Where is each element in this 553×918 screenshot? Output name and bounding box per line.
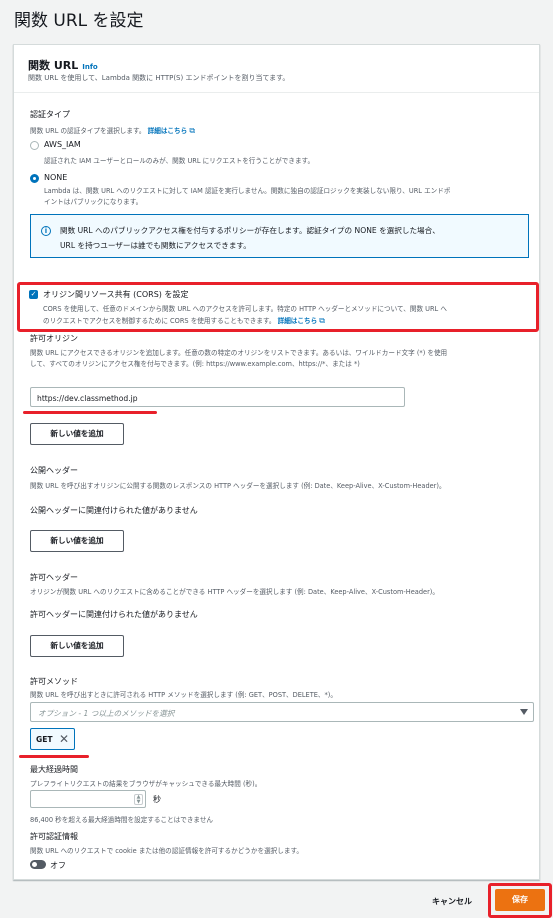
public-access-alert: i 関数 URL へのパブリックアクセス権を付与するポリシーが存在します。認証タ…	[30, 214, 529, 258]
allow-methods-select[interactable]: オプション - 1 つ以上のメソッドを選択	[30, 702, 534, 722]
allow-credentials-description: 関数 URL へのリクエストで cookie または他の認証情報を許可するかどう…	[30, 847, 303, 855]
auth-type-label: 認証タイプ	[30, 110, 70, 119]
allow-credentials-state: オフ	[50, 861, 66, 870]
allow-methods-description: 関数 URL を呼び出すときに許可される HTTP メソッドを選択します (例:…	[30, 691, 337, 699]
external-link-icon: ⧉	[319, 316, 325, 325]
allow-origin-value: https://dev.classmethod.jp	[37, 394, 138, 403]
max-age-unit: 秒	[153, 795, 161, 804]
allow-methods-placeholder: オプション - 1 つ以上のメソッドを選択	[38, 709, 175, 718]
allow-origins-description-1: 関数 URL にアクセスできるオリジンを追加します。任意の数の特定のオリジンをリ…	[30, 349, 448, 357]
auth-none-radio[interactable]	[30, 174, 39, 183]
expose-headers-description: 関数 URL を呼び出すオリジンに公開する関数のレスポンスの HTTP ヘッダー…	[30, 482, 446, 490]
method-token-label: GET	[36, 735, 53, 744]
allow-headers-description: オリジンが関数 URL へのリクエストに含めることができる HTTP ヘッダーを…	[30, 588, 439, 596]
cors-checkbox[interactable]: ✓	[29, 290, 38, 299]
method-token-get: GET ✕	[30, 728, 75, 750]
info-icon: i	[41, 226, 51, 236]
auth-type-description: 関数 URL の認証タイプを選択します。 詳細はこちら ⧉	[30, 125, 195, 136]
panel-title: 関数 URL Info	[28, 57, 98, 73]
function-url-panel: 関数 URL Info 関数 URL を使用して、Lambda 関数に HTTP(…	[13, 44, 540, 880]
info-link[interactable]: Info	[82, 63, 97, 71]
auth-aws-iam-description: 認証された IAM ユーザーとロールのみが、関数 URL にリクエストを行うこと…	[44, 157, 315, 165]
page-title: 関数 URL を設定	[14, 11, 144, 31]
max-age-constraint: 86,400 秒を超える最大経過時間を設定することはできません	[30, 816, 214, 824]
allow-origins-label: 許可オリジン	[30, 334, 78, 343]
allow-origin-input[interactable]: https://dev.classmethod.jp	[30, 387, 405, 407]
max-age-input[interactable]: ▲ ▼	[30, 790, 146, 808]
auth-learn-more-link[interactable]: 詳細はこちら	[148, 127, 188, 135]
allow-origins-add-button[interactable]: 新しい値を追加	[30, 423, 124, 445]
alert-text-2: URL を持つユーザーは誰でも関数にアクセスできます。	[60, 241, 251, 250]
auth-none-description-1: Lambda は、関数 URL へのリクエストに対して IAM 認証を実行しませ…	[44, 187, 451, 195]
save-button[interactable]: 保存	[495, 889, 545, 911]
allow-headers-add-button[interactable]: 新しい値を追加	[30, 635, 124, 657]
allow-credentials-label: 許可認証情報	[30, 832, 78, 841]
cors-description-1: CORS を使用して、任意のドメインから関数 URL へのアクセスを許可します。…	[43, 305, 447, 313]
max-age-description: プレフライトリクエストの結果をブラウザがキャッシュできる最大時間 (秒)。	[30, 780, 262, 788]
toggle-knob	[32, 862, 37, 867]
external-link-icon: ⧉	[189, 126, 196, 135]
panel-title-text: 関数 URL	[28, 59, 79, 72]
auth-type-description-text: 関数 URL の認証タイプを選択します。	[30, 127, 146, 135]
method-underline-annotation	[19, 755, 89, 758]
auth-aws-iam-radio[interactable]	[30, 141, 39, 150]
allow-methods-label: 許可メソッド	[30, 677, 78, 686]
auth-none-label[interactable]: NONE	[44, 173, 67, 182]
expose-headers-label: 公開ヘッダー	[30, 466, 78, 475]
allow-credentials-toggle[interactable]	[30, 860, 46, 869]
caret-down-icon	[520, 709, 528, 715]
origin-underline-annotation	[23, 411, 157, 414]
allow-origins-description-2: して、すべてのオリジンにアクセス権を付与できます。(例: https://www…	[30, 360, 360, 368]
allow-headers-label: 許可ヘッダー	[30, 573, 78, 582]
expose-headers-add-button[interactable]: 新しい値を追加	[30, 530, 124, 552]
cors-description-2: のリクエストでアクセスを制御するために CORS を使用することもできます。 詳…	[43, 315, 325, 326]
panel-description: 関数 URL を使用して、Lambda 関数に HTTP(S) エンドポイントを…	[28, 74, 290, 82]
cors-learn-more-link[interactable]: 詳細はこちら	[278, 317, 318, 325]
expose-headers-empty: 公開ヘッダーに関連付けられた値がありません	[30, 506, 198, 515]
close-icon[interactable]: ✕	[59, 731, 69, 747]
panel-header: 関数 URL Info 関数 URL を使用して、Lambda 関数に HTTP(…	[14, 45, 539, 93]
auth-none-description-2: イントはパブリックになります。	[44, 198, 143, 206]
stepper-icon[interactable]: ▲ ▼	[134, 794, 143, 805]
auth-aws-iam-label[interactable]: AWS_IAM	[44, 140, 81, 149]
max-age-label: 最大経過時間	[30, 765, 78, 774]
cors-label[interactable]: オリジン間リソース共有 (CORS) を設定	[43, 289, 188, 300]
allow-headers-empty: 許可ヘッダーに関連付けられた値がありません	[30, 610, 198, 619]
alert-text-1: 関数 URL へのパブリックアクセス権を付与するポリシーが存在します。認証タイプ…	[60, 226, 440, 235]
cors-description-2-text: のリクエストでアクセスを制御するために CORS を使用することもできます。	[43, 317, 276, 325]
cancel-button[interactable]: キャンセル	[432, 896, 472, 907]
